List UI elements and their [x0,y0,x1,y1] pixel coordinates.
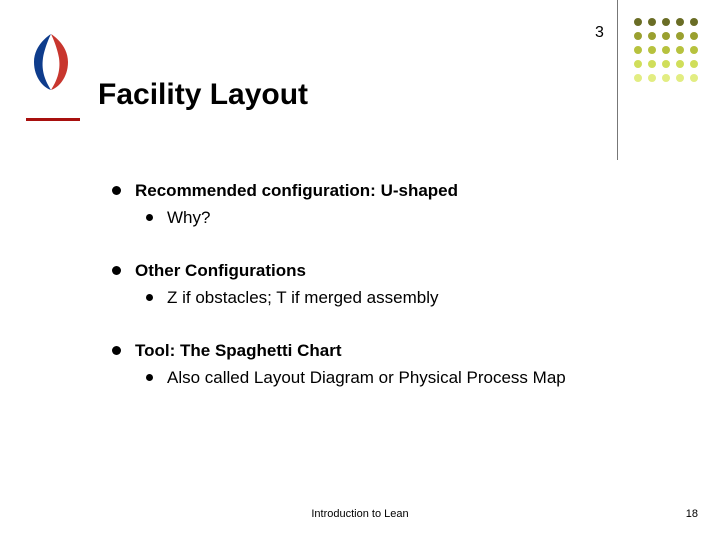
sub-bullet-icon [146,294,153,301]
slide-title: Facility Layout [98,78,308,112]
bullet-sub-text: Also called Layout Diagram or Physical P… [167,367,566,390]
bullet-head-text: Recommended configuration: U-shaped [135,180,458,203]
bullet-head-text: Tool: The Spaghetti Chart [135,340,342,363]
bullet-icon [112,346,121,355]
footer-page-number: 18 [686,508,698,520]
footer-center-text: Introduction to Lean [0,508,720,520]
bullet-item: Other Configurations Z if obstacles; T i… [112,260,680,310]
body-content: Recommended configuration: U-shaped Why?… [112,180,680,420]
bullet-icon [112,266,121,275]
bullet-sub-text: Z if obstacles; T if merged assembly [167,287,438,310]
logo [26,32,76,92]
bullet-item: Recommended configuration: U-shaped Why? [112,180,680,230]
slide: { "page_number_top": "3", "title": "Faci… [0,0,720,540]
sub-bullet-icon [146,214,153,221]
bullet-item: Tool: The Spaghetti Chart Also called La… [112,340,680,390]
sub-bullet-icon [146,374,153,381]
bullet-head-text: Other Configurations [135,260,306,283]
page-number-top: 3 [595,24,604,42]
bullet-sub-text: Why? [167,207,210,230]
divider-vertical [617,0,618,160]
bullet-icon [112,186,121,195]
title-underline [26,118,80,121]
decorative-dot-grid [634,18,712,88]
